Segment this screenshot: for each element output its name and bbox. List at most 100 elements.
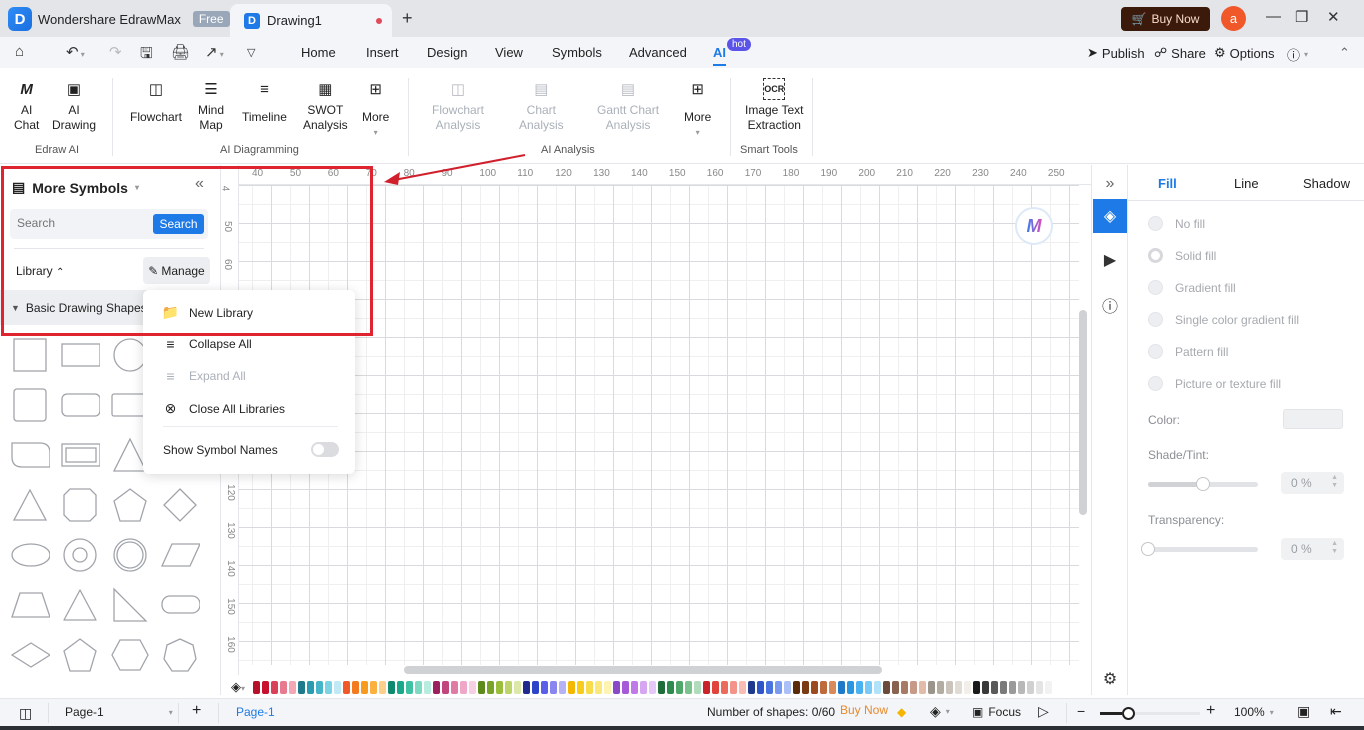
- save-icon[interactable]: 🖫: [140, 43, 153, 68]
- more-symbols-dropdown[interactable]: ▤ More Symbols ▾: [12, 179, 139, 196]
- menu-view[interactable]: View: [495, 45, 523, 60]
- shape-donut[interactable]: [60, 535, 100, 575]
- color-swatch[interactable]: [478, 680, 486, 694]
- color-swatch[interactable]: [379, 680, 387, 694]
- color-swatch[interactable]: [649, 680, 657, 694]
- ai-chat-button[interactable]: M AI Chat: [14, 78, 39, 133]
- color-swatch[interactable]: [721, 680, 729, 694]
- gantt-chart-analysis-button[interactable]: ▤ Gantt Chart Analysis: [597, 78, 659, 133]
- menu-design[interactable]: Design: [427, 45, 467, 60]
- color-swatch[interactable]: [424, 680, 432, 694]
- fit-width-icon[interactable]: ⇤: [1330, 703, 1342, 720]
- tab-line[interactable]: Line: [1234, 176, 1259, 191]
- shade-tint-input[interactable]: 0 % ▲ ▼: [1281, 472, 1344, 494]
- shape-partial[interactable]: [60, 685, 100, 695]
- collapse-panel-icon[interactable]: «: [195, 175, 204, 193]
- undo-icon[interactable]: ↶ ▾: [66, 43, 85, 61]
- share-button[interactable]: ☍ Share: [1154, 45, 1206, 61]
- shape-triangle-2[interactable]: [10, 485, 50, 525]
- color-swatch[interactable]: [622, 680, 630, 694]
- fill-style-icon[interactable]: ◈: [1093, 199, 1127, 233]
- buy-now-button[interactable]: 🛒 Buy Now: [1121, 7, 1210, 31]
- shape-pentagon[interactable]: [110, 485, 150, 525]
- color-swatch[interactable]: [388, 680, 396, 694]
- color-swatch[interactable]: [658, 680, 666, 694]
- shape-square[interactable]: [10, 335, 50, 375]
- color-swatch[interactable]: [1045, 680, 1053, 694]
- color-swatch[interactable]: [496, 680, 504, 694]
- color-swatch[interactable]: [343, 680, 351, 694]
- color-swatch[interactable]: [1036, 680, 1044, 694]
- zoom-slider[interactable]: [1100, 707, 1200, 720]
- home-icon[interactable]: ⌂: [15, 43, 24, 60]
- menu-insert[interactable]: Insert: [366, 45, 399, 60]
- color-swatch[interactable]: [1000, 680, 1008, 694]
- shape-ellipse[interactable]: [10, 535, 50, 575]
- color-swatch[interactable]: [856, 680, 864, 694]
- shape-rounded-square[interactable]: [10, 385, 50, 425]
- menu-ai[interactable]: AI: [713, 45, 726, 60]
- color-swatch[interactable]: [712, 680, 720, 694]
- color-swatch[interactable]: [253, 680, 261, 694]
- color-swatch[interactable]: [334, 680, 342, 694]
- fill-bucket-icon[interactable]: ◈▾: [231, 679, 245, 695]
- color-swatch[interactable]: [604, 680, 612, 694]
- color-swatch[interactable]: [937, 680, 945, 694]
- color-swatch[interactable]: [406, 680, 414, 694]
- color-swatch[interactable]: [1018, 680, 1026, 694]
- color-swatch[interactable]: [613, 680, 621, 694]
- flowchart-analysis-button[interactable]: ◫ Flowchart Analysis: [432, 78, 484, 133]
- zoom-slider-knob[interactable]: [1122, 707, 1135, 720]
- radio-solid-fill[interactable]: Solid fill: [1148, 248, 1216, 263]
- color-swatch[interactable]: [541, 680, 549, 694]
- image-text-extraction-button[interactable]: OCR Image Text Extraction: [745, 78, 803, 133]
- radio-pattern-fill[interactable]: Pattern fill: [1148, 344, 1228, 359]
- color-swatch[interactable]: [982, 680, 990, 694]
- menu-home[interactable]: Home: [301, 45, 336, 60]
- color-swatch[interactable]: [433, 680, 441, 694]
- slider-knob[interactable]: [1196, 477, 1210, 491]
- restore-button[interactable]: ❐: [1295, 8, 1308, 26]
- color-swatch[interactable]: [532, 680, 540, 694]
- shape-frame[interactable]: [60, 435, 100, 475]
- color-swatch[interactable]: [577, 680, 585, 694]
- menu-item-new-library[interactable]: 📁 New Library: [162, 304, 253, 321]
- app-tab[interactable]: D Wondershare EdrawMax Free: [8, 6, 230, 32]
- spinner-arrows-icon[interactable]: ▲ ▼: [1331, 540, 1338, 556]
- minimize-button[interactable]: —: [1266, 8, 1281, 25]
- color-swatch[interactable]: [559, 680, 567, 694]
- more-analysis-button[interactable]: ⊞ More ▾: [684, 78, 711, 140]
- tab-shadow[interactable]: Shadow: [1303, 176, 1350, 191]
- color-swatch[interactable]: [352, 680, 360, 694]
- color-swatch[interactable]: [631, 680, 639, 694]
- color-swatch[interactable]: [757, 680, 765, 694]
- color-swatch[interactable]: [298, 680, 306, 694]
- color-swatch[interactable]: [739, 680, 747, 694]
- color-swatch[interactable]: [874, 680, 882, 694]
- slider-knob[interactable]: [1141, 542, 1155, 556]
- shape-double-circle[interactable]: [110, 535, 150, 575]
- radio-single-color-gradient-fill[interactable]: Single color gradient fill: [1148, 312, 1299, 327]
- vertical-scrollbar[interactable]: [1079, 310, 1087, 515]
- timeline-button[interactable]: ≡ Timeline: [242, 78, 287, 125]
- color-swatch[interactable]: [595, 680, 603, 694]
- color-swatch[interactable]: [523, 680, 531, 694]
- zoom-out-button[interactable]: −: [1077, 703, 1085, 719]
- radio-no-fill[interactable]: No fill: [1148, 216, 1205, 231]
- color-swatch[interactable]: [811, 680, 819, 694]
- color-swatch[interactable]: [442, 680, 450, 694]
- print-icon[interactable]: 🖨: [171, 43, 190, 61]
- shape-parallelogram[interactable]: [160, 535, 200, 575]
- layers-icon[interactable]: ◈ ▾: [930, 703, 950, 720]
- shade-tint-slider[interactable]: [1148, 477, 1258, 491]
- color-swatch[interactable]: [271, 680, 279, 694]
- fit-page-icon[interactable]: ▣: [1297, 703, 1310, 720]
- ai-drawing-button[interactable]: ▣ AI Drawing: [52, 78, 96, 133]
- more-diagramming-button[interactable]: ⊞ More ▾: [362, 78, 389, 140]
- page-select[interactable]: Page-1 ▾: [65, 705, 173, 719]
- color-swatch[interactable]: [676, 680, 684, 694]
- focus-button[interactable]: ▣ Focus: [972, 705, 1021, 719]
- color-swatch[interactable]: [964, 680, 972, 694]
- color-swatch[interactable]: [901, 680, 909, 694]
- color-swatch[interactable]: [307, 680, 315, 694]
